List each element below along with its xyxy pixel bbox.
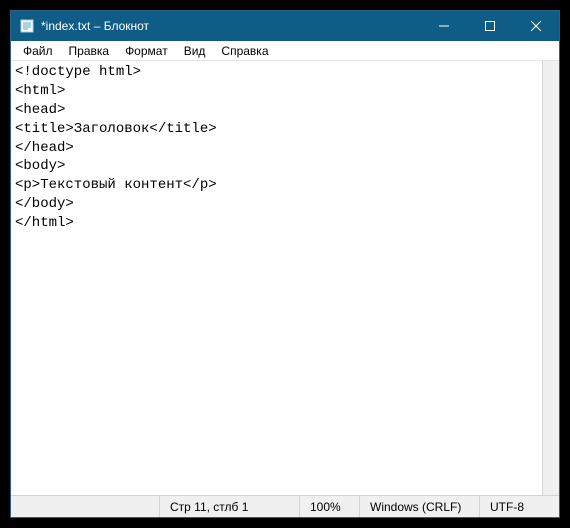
minimize-button[interactable] xyxy=(421,11,467,41)
app-icon xyxy=(19,18,35,34)
menu-file[interactable]: Файл xyxy=(15,42,61,60)
text-editor[interactable]: <!doctype html> <html> <head> <title>Заг… xyxy=(11,61,559,495)
status-cursor-position: Стр 11, стлб 1 xyxy=(159,496,299,517)
notepad-window: *index.txt – Блокнот Файл Правка Формат … xyxy=(10,10,560,518)
statusbar: Стр 11, стлб 1 100% Windows (CRLF) UTF-8 xyxy=(11,495,559,517)
maximize-button[interactable] xyxy=(467,11,513,41)
status-line-ending: Windows (CRLF) xyxy=(359,496,479,517)
status-encoding: UTF-8 xyxy=(479,496,559,517)
editor-content: <!doctype html> <html> <head> <title>Заг… xyxy=(15,64,217,231)
status-zoom: 100% xyxy=(299,496,359,517)
titlebar[interactable]: *index.txt – Блокнот xyxy=(11,11,559,41)
vertical-scrollbar[interactable] xyxy=(542,61,559,495)
menu-edit[interactable]: Правка xyxy=(61,42,118,60)
window-title: *index.txt – Блокнот xyxy=(41,19,421,33)
status-spacer xyxy=(11,496,159,517)
menubar: Файл Правка Формат Вид Справка xyxy=(11,41,559,61)
menu-view[interactable]: Вид xyxy=(176,42,214,60)
close-button[interactable] xyxy=(513,11,559,41)
menu-format[interactable]: Формат xyxy=(117,42,176,60)
window-controls xyxy=(421,11,559,41)
menu-help[interactable]: Справка xyxy=(213,42,276,60)
